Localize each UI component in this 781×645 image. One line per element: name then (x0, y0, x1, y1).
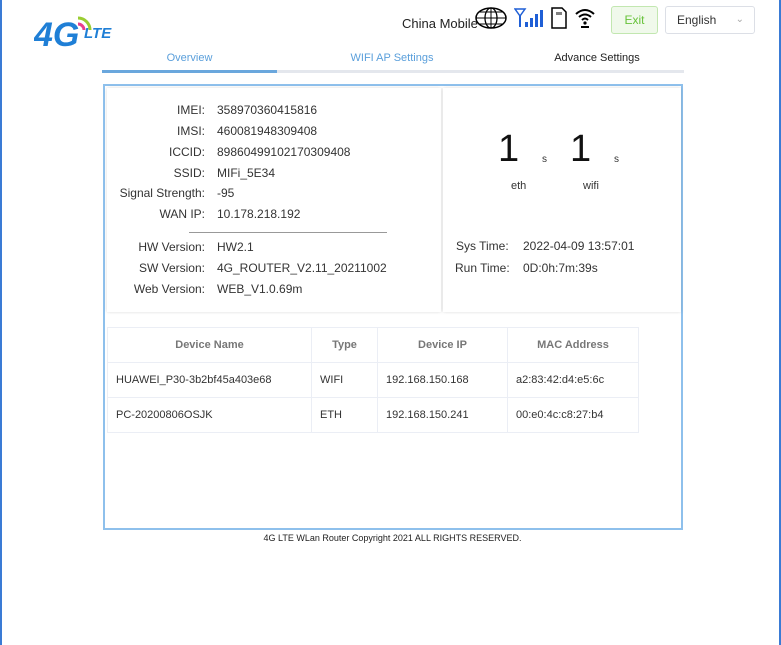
signal-icon (514, 8, 543, 27)
wifi-icon (575, 9, 595, 28)
eth-label: eth (511, 180, 527, 192)
table-header: Device Name Type Device IP MAC Address (107, 327, 639, 363)
sim-card-icon (551, 7, 567, 29)
tab-wifi-ap-settings[interactable]: WIFI AP Settings (302, 52, 482, 64)
language-select[interactable]: English ⌄ (665, 6, 755, 34)
clients-card: 1 s 1 s eth wifi Sys Time: 2022-04-09 13… (443, 88, 681, 312)
signal-strength-label: Signal Strength: (119, 186, 205, 200)
column-header-type: Type (311, 327, 378, 363)
column-header-device-name: Device Name (107, 327, 312, 363)
device-mac: a2:83:42:d4:e5:6c (507, 362, 639, 398)
svg-text:4G: 4G (34, 16, 79, 52)
footer-copyright: 4G LTE WLan Router Copyright 2021 ALL RI… (263, 533, 522, 543)
device-type: WIFI (311, 362, 378, 398)
eth-unit: s (542, 154, 547, 165)
eth-count: 1 (498, 128, 520, 170)
iccid-label: ICCID: (169, 145, 205, 159)
carrier-name: China Mobile (402, 16, 478, 31)
imei-value: 358970360415816 (217, 103, 318, 117)
language-value: English (677, 13, 717, 27)
device-table: Device Name Type Device IP MAC Address H… (107, 327, 639, 433)
wan-ip-value: 10.178.218.192 (217, 207, 301, 221)
wan-ip-label: WAN IP: (159, 207, 205, 221)
sw-version-label: SW Version: (138, 261, 205, 275)
tab-advance-settings[interactable]: Advance Settings (507, 52, 687, 64)
device-type: ETH (311, 397, 378, 433)
sw-version-value: 4G_ROUTER_V2.11_20211002 (217, 261, 387, 275)
run-time-label: Run Time: (455, 261, 510, 275)
ssid-value: MIFi_5E34 (217, 166, 276, 180)
web-version-label: Web Version: (133, 282, 205, 296)
imsi-label: IMSI: (176, 124, 205, 138)
device-name: PC-20200806OSJK (107, 397, 312, 433)
hw-version-label: HW Version: (138, 240, 205, 254)
column-header-device-ip: Device IP (377, 327, 508, 363)
device-mac: 00:e0:4c:c8:27:b4 (507, 397, 639, 433)
hw-version-value: HW2.1 (217, 240, 254, 254)
active-tab-indicator (102, 70, 277, 73)
sys-time-label: Sys Time: (456, 239, 509, 253)
signal-strength-value: -95 (217, 186, 235, 200)
device-info-card: IMEI: 358970360415816 IMSI: 46008194830940… (107, 88, 441, 312)
sys-time-value: 2022-04-09 13:57:01 (523, 239, 635, 253)
tab-overview[interactable]: Overview (102, 52, 277, 64)
run-time-value: 0D:0h:7m:39s (523, 261, 598, 275)
chevron-down-icon: ⌄ (735, 14, 744, 25)
device-ip: 192.168.150.241 (377, 397, 508, 433)
table-row: HUAWEI_P30-3b2bf45a403e68 WIFI 192.168.1… (107, 362, 639, 398)
column-header-mac-address: MAC Address (507, 327, 639, 363)
svg-text:LTE: LTE (84, 25, 112, 42)
overview-panel: IMEI: 358970360415816 IMSI: 46008194830940… (103, 84, 683, 530)
device-name: HUAWEI_P30-3b2bf45a403e68 (107, 362, 312, 398)
ssid-label: SSID: (173, 166, 205, 180)
globe-icon (475, 7, 507, 29)
exit-button[interactable]: Exit (611, 6, 658, 34)
wifi-label: wifi (583, 180, 599, 192)
divider (189, 232, 387, 233)
device-ip: 192.168.150.168 (377, 362, 508, 398)
table-row: PC-20200806OSJK ETH 192.168.150.241 00:e… (107, 397, 639, 433)
iccid-value: 89860499102170309408 (217, 145, 351, 159)
wifi-count: 1 (570, 128, 592, 170)
imei-label: IMEI: (176, 103, 205, 117)
wifi-unit: s (614, 154, 619, 165)
imsi-value: 460081948309408 (217, 124, 318, 138)
web-version-value: WEB_V1.0.69m (217, 282, 303, 296)
logo: 4G LTE (33, 8, 124, 54)
